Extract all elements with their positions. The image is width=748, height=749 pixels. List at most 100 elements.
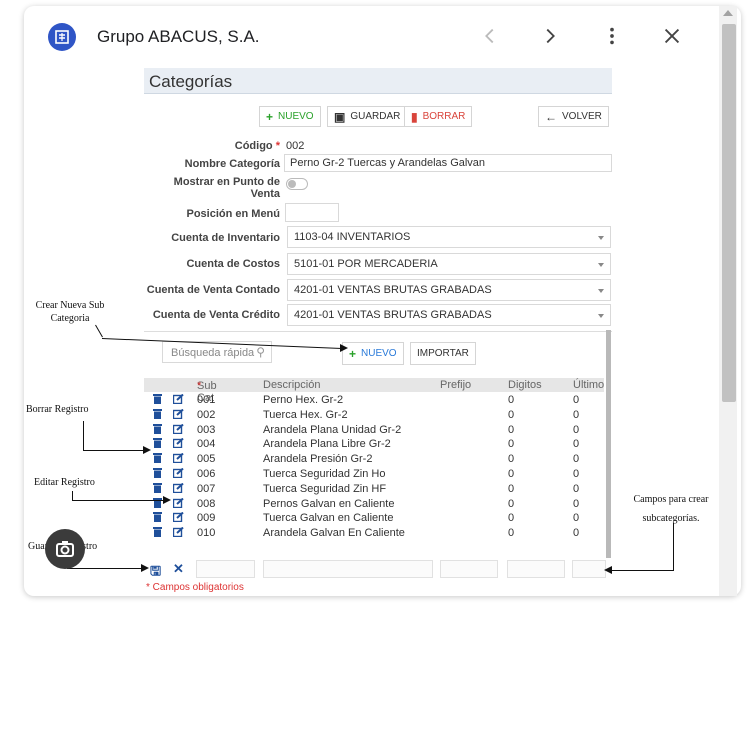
code-value: 002 (286, 140, 305, 152)
save-button[interactable]: ▣ GUARDAR (327, 106, 408, 127)
chevron-right-icon[interactable] (538, 24, 562, 48)
cash-sale-select[interactable]: 4201-01 VENTAS BRUTAS GRABADAS (287, 279, 611, 301)
more-vert-icon[interactable] (600, 24, 624, 48)
cell-description: Tuerca Seguridad Zin HF (263, 482, 387, 495)
cell-code: 001 (197, 394, 216, 406)
name-field[interactable]: Perno Gr-2 Tuercas y Arandelas Galvan (284, 154, 612, 172)
annotation-line (612, 570, 674, 571)
cell-digits: 0 (508, 512, 515, 525)
trash-icon[interactable] (153, 512, 162, 523)
save-row-icon[interactable]: 🖫 (150, 562, 161, 584)
table-row[interactable]: 008 Pernos Galvan en Caliente 0 0 (144, 497, 604, 510)
cost-label: Cuenta de Costos (186, 258, 280, 270)
back-button[interactable]: ← VOLVER (538, 106, 609, 127)
table-row[interactable]: 010 Arandela Galvan En Caliente 0 0 (144, 527, 604, 539)
sub-new-button[interactable]: + NUEVO (342, 342, 404, 365)
app-logo-icon (48, 23, 76, 51)
cell-last: 0 (573, 527, 580, 540)
cell-description: Tuerca Seguridad Zin Ho (263, 468, 386, 480)
grid-scrollbar[interactable] (606, 330, 611, 558)
cell-description: Arandela Plana Unidad Gr-2 (263, 423, 402, 436)
new-prefix-input[interactable] (440, 560, 498, 578)
table-row[interactable]: 002 Tuerca Hex. Gr-2 0 0 (144, 408, 604, 421)
edit-icon[interactable] (173, 468, 184, 478)
cost-value: 5101-01 POR MERCADERIA (294, 258, 438, 270)
col-last[interactable]: Último (573, 379, 604, 391)
scroll-up-icon[interactable] (723, 10, 733, 16)
cell-code: 009 (197, 512, 216, 525)
edit-icon[interactable] (173, 394, 184, 404)
cell-code: 005 (197, 453, 216, 466)
cancel-row-icon[interactable]: ✕ (173, 561, 184, 577)
arrowhead-icon (163, 496, 171, 504)
new-digits-input[interactable] (507, 560, 565, 578)
edit-icon[interactable] (173, 527, 184, 538)
table-row[interactable]: 007 Tuerca Seguridad Zin HF 0 0 (144, 482, 604, 495)
cell-code: 006 (197, 468, 216, 480)
caret-down-icon (598, 314, 604, 318)
edit-icon[interactable] (173, 512, 184, 523)
trash-icon[interactable] (153, 423, 162, 434)
credit-sale-select[interactable]: 4201-01 VENTAS BRUTAS GRABADAS (287, 304, 611, 326)
table-row[interactable]: 001 Perno Hex. Gr-2 0 0 (144, 394, 604, 406)
cell-digits: 0 (508, 482, 515, 495)
trash-icon[interactable] (153, 394, 162, 404)
edit-icon[interactable] (173, 482, 184, 493)
code-label: Código * (234, 140, 280, 152)
close-icon[interactable] (660, 24, 684, 48)
edit-icon[interactable] (173, 408, 184, 419)
trash-icon[interactable] (153, 482, 162, 493)
trash-icon[interactable] (153, 438, 162, 449)
cell-code: 010 (197, 527, 216, 540)
cell-last: 0 (573, 394, 580, 406)
chevron-left-icon[interactable] (478, 24, 502, 48)
col-prefix[interactable]: Prefijo (440, 379, 471, 391)
cell-digits: 0 (508, 408, 515, 421)
cell-digits: 0 (508, 468, 515, 480)
cell-last: 0 (573, 423, 580, 436)
cell-digits: 0 (508, 423, 515, 436)
arrowhead-icon (604, 566, 612, 574)
trash-icon[interactable] (153, 453, 162, 464)
menu-position-field[interactable] (285, 203, 339, 222)
table-row[interactable]: 006 Tuerca Seguridad Zin Ho 0 0 (144, 468, 604, 480)
popup-title: Grupo ABACUS, S.A. (97, 27, 260, 46)
table-row[interactable]: 004 Arandela Plana Libre Gr-2 0 0 (144, 438, 604, 450)
table-row[interactable]: 009 Tuerca Galvan en Caliente 0 0 (144, 512, 604, 524)
cell-description: Arandela Presión Gr-2 (263, 453, 373, 466)
cell-code: 002 (197, 408, 216, 421)
lens-camera-icon[interactable] (45, 529, 85, 569)
trash-icon[interactable] (153, 408, 162, 419)
arrowhead-icon (340, 344, 348, 352)
cell-description: Pernos Galvan en Caliente (263, 497, 395, 510)
edit-icon[interactable] (173, 453, 184, 464)
screen-title: Categorías (149, 72, 233, 91)
import-button[interactable]: IMPORTAR (410, 342, 476, 365)
delete-button[interactable]: ▮ BORRAR (404, 106, 473, 127)
cell-last: 0 (573, 468, 580, 480)
new-description-input[interactable] (263, 560, 433, 578)
edit-icon[interactable] (173, 423, 184, 434)
annotation-line (83, 421, 84, 451)
cell-last: 0 (573, 453, 580, 466)
inventory-select[interactable]: 1103-04 INVENTARIOS (287, 226, 611, 248)
edit-icon[interactable] (173, 438, 184, 449)
page-scrollbar-thumb[interactable] (722, 24, 736, 402)
table-row[interactable]: 005 Arandela Presión Gr-2 0 0 (144, 453, 604, 465)
edit-icon[interactable] (173, 497, 184, 508)
col-digits[interactable]: Digitos (508, 379, 542, 391)
cost-select[interactable]: 5101-01 POR MERCADERIA (287, 253, 611, 275)
new-button[interactable]: + NUEVO (259, 106, 321, 127)
new-last-input[interactable] (572, 560, 606, 578)
annotation-fields: Campos para crear subcategorías. (633, 494, 709, 524)
cell-description: Tuerca Hex. Gr-2 (263, 408, 348, 421)
trash-icon[interactable] (153, 527, 162, 538)
new-subcat-input[interactable] (196, 560, 255, 578)
search-icon: ⚲ (256, 345, 265, 359)
caret-down-icon (598, 236, 604, 240)
col-description[interactable]: Descripción (263, 379, 320, 391)
trash-icon[interactable] (153, 468, 162, 478)
pos-toggle[interactable] (286, 178, 308, 190)
table-row[interactable]: 003 Arandela Plana Unidad Gr-2 0 0 (144, 423, 604, 436)
cell-digits: 0 (508, 497, 515, 510)
